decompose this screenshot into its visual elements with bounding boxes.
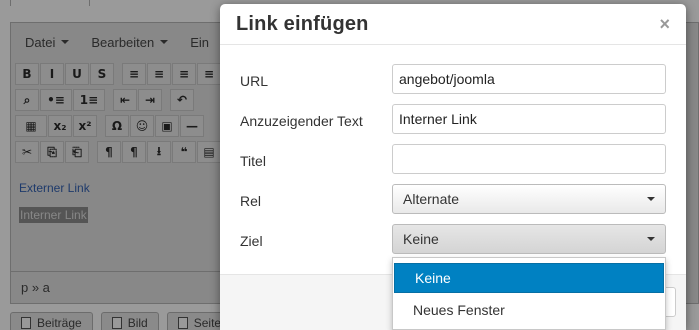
align-center-icon[interactable]: ≡ <box>147 63 171 85</box>
title-label: Titel <box>240 153 266 169</box>
display-text-input[interactable] <box>392 104 666 134</box>
title-input[interactable] <box>392 144 666 174</box>
target-label: Ziel <box>240 233 263 249</box>
chevron-down-icon <box>61 40 70 44</box>
external-link-text[interactable]: Externer Link <box>19 181 221 195</box>
italic-icon[interactable]: I <box>40 63 64 85</box>
editor-statusbar-path: p » a <box>11 271 221 303</box>
target-option-new-window[interactable]: Neues Fenster <box>393 295 665 325</box>
media-icon[interactable]: ▣ <box>155 115 179 137</box>
menu-einfuegen-label: Ein <box>190 34 210 50</box>
align-justify-icon[interactable]: ≡ <box>197 63 221 85</box>
paragraph-rtl-icon[interactable]: ¶ <box>122 141 146 163</box>
target-select[interactable]: Keine <box>392 224 666 254</box>
internal-link-text[interactable]: Interner Link <box>19 207 88 223</box>
link-form: URL Anzuzeigender Text Titel Rel Alterna… <box>220 64 686 264</box>
align-left-icon[interactable]: ≡ <box>122 63 146 85</box>
close-icon[interactable]: × <box>659 15 670 33</box>
strikethrough-icon[interactable]: S <box>90 63 114 85</box>
image-button-label: Bild <box>127 316 148 330</box>
rel-select-value: Alternate <box>403 191 460 207</box>
rel-select[interactable]: Alternate <box>392 184 666 214</box>
superscript-icon[interactable]: x² <box>73 115 97 137</box>
pagebreak-icon <box>177 317 188 329</box>
align-right-icon[interactable]: ≡ <box>172 63 196 85</box>
paragraph-ltr-icon[interactable]: ¶ <box>97 141 121 163</box>
image-button[interactable]: Bild <box>100 312 159 330</box>
image-icon <box>111 317 122 329</box>
url-label: URL <box>240 73 269 89</box>
chevron-down-icon <box>647 197 655 201</box>
menu-bearbeiten-label: Bearbeiten <box>91 34 155 50</box>
editor-content[interactable]: Externer Link Interner Link <box>11 165 221 223</box>
bullet-list-icon[interactable]: •≡ <box>40 89 72 111</box>
bold-icon[interactable]: B <box>15 63 39 85</box>
template-icon[interactable]: ▤ <box>197 141 221 163</box>
rel-label: Rel <box>240 193 262 209</box>
title-row: Titel <box>220 144 686 184</box>
paste-icon[interactable]: ⎗ <box>65 141 89 163</box>
target-select-value: Keine <box>403 231 439 247</box>
menu-datei-label: Datei <box>25 34 56 50</box>
cut-icon[interactable]: ✂ <box>15 141 39 163</box>
chevron-down-icon <box>160 40 169 44</box>
insert-anchor-icon[interactable]: ⭳ <box>147 141 171 163</box>
outdent-icon[interactable]: ⇤ <box>113 89 137 111</box>
display-text-label: Anzuzeigender Text <box>240 113 363 129</box>
articles-button-label: Beiträge <box>37 316 82 330</box>
indent-icon[interactable]: ⇥ <box>138 89 162 111</box>
display-text-row: Anzuzeigender Text <box>220 104 686 144</box>
url-input[interactable] <box>392 64 666 94</box>
file-icon <box>21 317 31 329</box>
subscript-icon[interactable]: x₂ <box>48 115 72 137</box>
menu-bearbeiten[interactable]: Bearbeiten <box>91 34 169 50</box>
editor-tab <box>10 0 90 6</box>
search-replace-icon[interactable]: ⌕ <box>15 89 39 111</box>
dialog-title: Link einfügen <box>236 12 369 35</box>
numbered-list-icon[interactable]: 1≡ <box>73 89 105 111</box>
url-row: URL <box>220 64 686 104</box>
blockquote-icon[interactable]: ❝ <box>172 141 196 163</box>
special-char-icon[interactable]: Ω <box>105 115 129 137</box>
dialog-header: Link einfügen × <box>220 4 686 45</box>
chevron-down-icon <box>647 237 655 241</box>
horizontal-rule-icon[interactable]: — <box>180 115 204 137</box>
articles-button[interactable]: Beiträge <box>10 312 93 330</box>
target-option-none[interactable]: Keine <box>394 263 664 293</box>
undo-icon[interactable]: ↶ <box>170 89 194 111</box>
menu-datei[interactable]: Datei <box>25 34 70 50</box>
menu-einfuegen[interactable]: Ein <box>190 35 209 50</box>
underline-icon[interactable]: U <box>65 63 89 85</box>
table-icon[interactable]: ▦ <box>15 115 47 137</box>
target-dropdown-menu: Keine Neues Fenster <box>392 257 666 330</box>
copy-icon[interactable]: ⎘ <box>40 141 64 163</box>
emoticon-icon[interactable]: ☺ <box>130 115 154 137</box>
rel-row: Rel Alternate <box>220 184 686 224</box>
